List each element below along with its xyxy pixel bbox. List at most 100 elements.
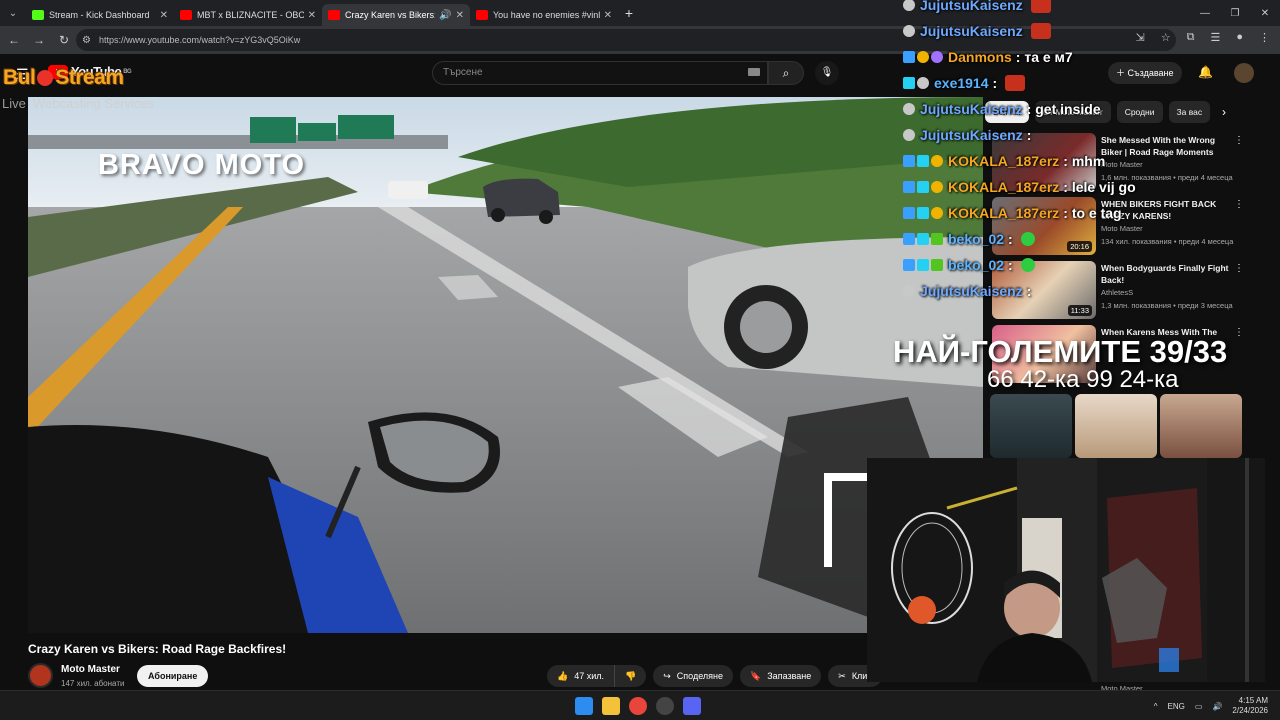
region-code: BG [123,68,132,75]
chat-message: JujutsuKaisenz: get inside [903,100,1101,118]
close-icon[interactable]: ✕ [456,10,464,21]
badge-icon [903,259,915,271]
channel-avatar[interactable] [28,663,53,688]
file-explorer-icon[interactable] [602,697,620,715]
short-thumbnail[interactable] [1160,394,1242,458]
youtube-icon [476,10,488,20]
speaker-icon[interactable]: 🔊 [439,10,451,21]
video-title: Crazy Karen vs Bikers: Road Rage Backfir… [28,642,287,656]
share-label: Споделяне [676,671,724,681]
thumbs-down-icon[interactable]: 👎 [614,665,636,687]
start-icon[interactable] [575,697,593,715]
chat-username[interactable]: Danmons [948,49,1012,65]
short-thumbnail[interactable] [1075,394,1157,458]
chrome-icon[interactable] [629,697,647,715]
site-info-icon[interactable]: ⚙ [82,35,91,46]
chat-text: : get inside [1026,101,1101,117]
chat-username[interactable]: KOKALA_187erz [948,153,1059,169]
chat-message: JujutsuKaisenz: [903,126,1031,144]
chat-message: Danmons: та е м7 [903,48,1073,66]
webcam-feed [867,458,1265,682]
chat-username[interactable]: beko_02 [948,257,1004,273]
emote-icon [1020,258,1035,272]
channel-name[interactable]: Moto Master [61,664,120,675]
rec-meta: 1,3 млн. показвания • преди 3 месеца [1101,301,1233,310]
share-button[interactable]: ↪ Споделяне [653,665,734,687]
microphone-icon: 🎙 [820,67,834,78]
close-icon[interactable]: ✕ [308,10,316,21]
badge-icon [903,51,915,63]
chat-username[interactable]: KOKALA_187erz [948,179,1059,195]
volume-icon[interactable]: 🔊 [1212,702,1222,711]
chat-username[interactable]: JujutsuKaisenz [920,101,1023,117]
screen: ⌄ Stream - Kick Dashboard ✕ MBT x BLIZNA… [0,0,1280,720]
chat-username[interactable]: JujutsuKaisenz [920,127,1023,143]
shorts-row [990,394,1242,458]
close-icon[interactable]: ✕ [604,10,612,21]
video-player[interactable]: BRAVO MOTO [28,97,983,633]
clock[interactable]: 4:15 AM 2/24/2026 [1232,696,1268,716]
badge-icon [917,155,929,167]
tab-mbt[interactable]: MBT x BLIZNACITE - OBOROT ✕ [174,4,322,26]
chat-username[interactable]: JujutsuKaisenz [920,283,1023,299]
chat-badges [903,0,915,11]
reload-icon[interactable]: ↻ [53,33,75,47]
forward-icon[interactable]: → [28,33,50,47]
like-dislike-button[interactable]: 👍 47 хил. 👎 [547,665,647,687]
emote-icon [1030,0,1051,13]
chat-username[interactable]: JujutsuKaisenz [920,23,1023,39]
chat-text: : to e tag [1063,205,1122,221]
discord-icon[interactable] [683,697,701,715]
save-button[interactable]: 🔖 Запазване [740,665,822,687]
chat-text: : [1026,127,1032,143]
badge-icon [903,155,915,167]
obs-icon[interactable] [656,697,674,715]
language-indicator[interactable]: ENG [1168,702,1185,711]
tab-kick-dashboard[interactable]: Stream - Kick Dashboard ✕ [26,4,174,26]
chat-overlay: JujutsuKaisenz JujutsuKaisenz Danmons: та … [903,0,1280,300]
more-options-icon[interactable]: ⋮ [1234,327,1244,338]
tab-crazy-karen[interactable]: Crazy Karen vs Bikers: Road 🔊 ✕ [322,4,470,26]
search-button[interactable]: ⌕ [768,61,804,85]
chevron-up-icon[interactable]: ^ [1154,702,1158,711]
windows-taskbar: ^ ENG ▭ 🔊 4:15 AM 2/24/2026 [0,690,1280,720]
chat-badges [903,129,915,141]
scissors-icon: ✂ [838,671,846,681]
chat-message: KOKALA_187erz: lele vij go [903,178,1136,196]
chat-username[interactable]: exe1914 [934,75,989,91]
clock-date: 2/24/2026 [1232,706,1268,715]
network-icon[interactable]: ▭ [1195,702,1203,711]
badge-icon [931,51,943,63]
chat-badges [903,207,943,219]
youtube-icon [180,10,192,20]
chat-badges [903,155,943,167]
score-line-1: НАЙ-ГОЛЕМИТЕ 39/33 [893,334,1228,369]
chat-username[interactable]: KOKALA_187erz [948,205,1059,221]
webcam-frame [867,458,1265,682]
live-text: Live [2,96,26,111]
video-watermark: BRAVO MOTO [98,149,306,181]
badge-icon [917,77,929,89]
chat-username[interactable]: beko_02 [948,231,1004,247]
close-icon[interactable]: ✕ [160,10,168,21]
voice-search-button[interactable]: 🎙 [815,61,839,85]
chat-text: : [1008,231,1013,247]
chat-message: KOKALA_187erz: mhm [903,152,1105,170]
subscribe-button[interactable]: Абониране [137,665,209,687]
back-icon[interactable]: ← [3,33,25,47]
search-input[interactable]: Търсене [432,61,768,85]
chat-badges [903,51,943,63]
tab-search-icon[interactable]: ⌄ [0,0,26,26]
badge-icon [917,233,929,245]
logo-right: Stream [55,66,124,89]
chat-badges [903,25,915,37]
chat-username[interactable]: JujutsuKaisenz [920,0,1023,13]
chat-text: : lele vij go [1063,179,1136,195]
new-tab-button[interactable]: + [618,5,640,21]
thumbs-up-icon: 👍 [557,671,569,681]
chat-message: JujutsuKaisenz [903,22,1051,40]
short-thumbnail[interactable] [990,394,1072,458]
keyboard-icon[interactable] [748,68,760,76]
tab-vinland[interactable]: You have no enemies #vinland ✕ [470,4,618,26]
tab-title: MBT x BLIZNACITE - OBOROT [197,10,304,20]
